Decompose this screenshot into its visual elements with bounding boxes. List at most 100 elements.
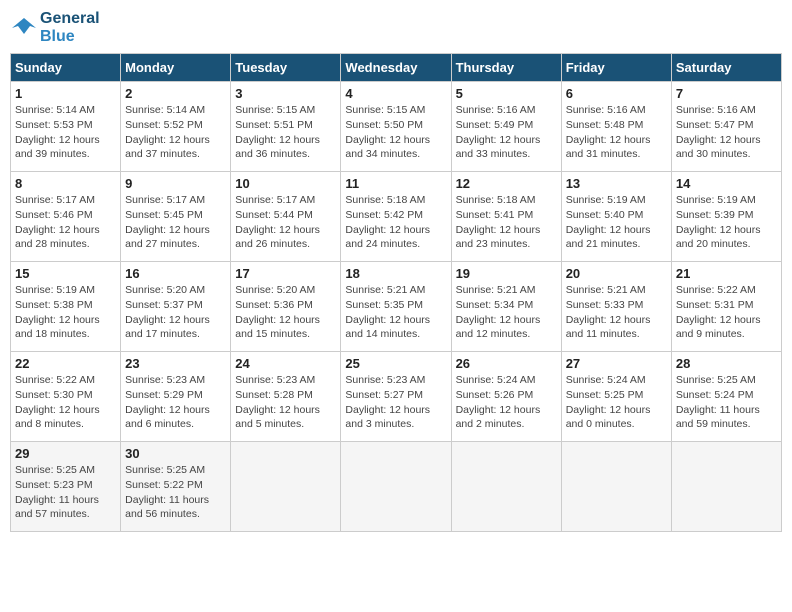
day-number: 22 <box>15 356 116 371</box>
day-header-monday: Monday <box>121 54 231 82</box>
day-info: Sunrise: 5:20 AMSunset: 5:37 PMDaylight:… <box>125 283 226 342</box>
day-info: Sunrise: 5:23 AMSunset: 5:27 PMDaylight:… <box>345 373 446 432</box>
day-cell-2: 2 Sunrise: 5:14 AMSunset: 5:52 PMDaylight… <box>121 82 231 172</box>
day-number: 23 <box>125 356 226 371</box>
day-info: Sunrise: 5:16 AMSunset: 5:49 PMDaylight:… <box>456 103 557 162</box>
day-cell-19: 19 Sunrise: 5:21 AMSunset: 5:34 PMDayligh… <box>451 262 561 352</box>
day-cell-4: 4Sunrise: 5:15 AMSunset: 5:50 PMDaylight… <box>341 82 451 172</box>
day-info: Sunrise: 5:19 AMSunset: 5:38 PMDaylight:… <box>15 283 116 342</box>
empty-cell <box>671 442 781 532</box>
day-cell-1: 1Sunrise: 5:14 AMSunset: 5:53 PMDaylight… <box>11 82 121 172</box>
day-number: 19 <box>456 266 557 281</box>
day-number: 25 <box>345 356 446 371</box>
day-cell-22: 22 Sunrise: 5:22 AMSunset: 5:30 PMDayligh… <box>11 352 121 442</box>
day-cell-16: 16 Sunrise: 5:20 AMSunset: 5:37 PMDayligh… <box>121 262 231 352</box>
day-number: 16 <box>125 266 226 281</box>
day-info: Sunrise: 5:18 AMSunset: 5:42 PMDaylight:… <box>345 193 446 252</box>
day-info: Sunrise: 5:19 AMSunset: 5:39 PMDaylight:… <box>676 193 777 252</box>
day-cell-10: 10 Sunrise: 5:17 AMSunset: 5:44 PMDayligh… <box>231 172 341 262</box>
day-cell-25: 25 Sunrise: 5:23 AMSunset: 5:27 PMDayligh… <box>341 352 451 442</box>
day-cell-26: 26 Sunrise: 5:24 AMSunset: 5:26 PMDayligh… <box>451 352 561 442</box>
day-header-saturday: Saturday <box>671 54 781 82</box>
day-header-thursday: Thursday <box>451 54 561 82</box>
day-info: Sunrise: 5:17 AMSunset: 5:45 PMDaylight:… <box>125 193 226 252</box>
empty-cell <box>561 442 671 532</box>
week-row-3: 15 Sunrise: 5:19 AMSunset: 5:38 PMDayligh… <box>11 262 782 352</box>
day-cell-5: 5 Sunrise: 5:16 AMSunset: 5:49 PMDaylight… <box>451 82 561 172</box>
day-header-tuesday: Tuesday <box>231 54 341 82</box>
day-info: Sunrise: 5:24 AMSunset: 5:25 PMDaylight:… <box>566 373 667 432</box>
day-info: Sunrise: 5:18 AMSunset: 5:41 PMDaylight:… <box>456 193 557 252</box>
day-cell-20: 20 Sunrise: 5:21 AMSunset: 5:33 PMDayligh… <box>561 262 671 352</box>
day-info: Sunrise: 5:14 AMSunset: 5:52 PMDaylight:… <box>125 103 226 162</box>
day-number: 26 <box>456 356 557 371</box>
day-info: Sunrise: 5:21 AMSunset: 5:33 PMDaylight:… <box>566 283 667 342</box>
day-info: Sunrise: 5:16 AMSunset: 5:48 PMDaylight:… <box>566 103 667 162</box>
day-header-wednesday: Wednesday <box>341 54 451 82</box>
day-cell-7: 7 Sunrise: 5:16 AMSunset: 5:47 PMDaylight… <box>671 82 781 172</box>
day-info: Sunrise: 5:15 AMSunset: 5:51 PMDaylight:… <box>235 103 336 162</box>
day-cell-30: 30Sunrise: 5:25 AMSunset: 5:22 PMDayligh… <box>121 442 231 532</box>
day-cell-18: 18Sunrise: 5:21 AMSunset: 5:35 PMDayligh… <box>341 262 451 352</box>
calendar-body: 1Sunrise: 5:14 AMSunset: 5:53 PMDaylight… <box>11 82 782 532</box>
day-info: Sunrise: 5:19 AMSunset: 5:40 PMDaylight:… <box>566 193 667 252</box>
day-number: 18 <box>345 266 446 281</box>
day-number: 12 <box>456 176 557 191</box>
day-cell-8: 8 Sunrise: 5:17 AMSunset: 5:46 PMDaylight… <box>11 172 121 262</box>
day-cell-11: 11 Sunrise: 5:18 AMSunset: 5:42 PMDayligh… <box>341 172 451 262</box>
day-number: 21 <box>676 266 777 281</box>
day-info: Sunrise: 5:17 AMSunset: 5:46 PMDaylight:… <box>15 193 116 252</box>
header-row: SundayMondayTuesdayWednesdayThursdayFrid… <box>11 54 782 82</box>
day-number: 14 <box>676 176 777 191</box>
day-number: 3 <box>235 86 336 101</box>
day-info: Sunrise: 5:21 AMSunset: 5:34 PMDaylight:… <box>456 283 557 342</box>
day-cell-9: 9Sunrise: 5:17 AMSunset: 5:45 PMDaylight… <box>121 172 231 262</box>
day-number: 6 <box>566 86 667 101</box>
day-number: 7 <box>676 86 777 101</box>
day-info: Sunrise: 5:25 AMSunset: 5:23 PMDaylight:… <box>15 463 116 522</box>
day-cell-6: 6 Sunrise: 5:16 AMSunset: 5:48 PMDaylight… <box>561 82 671 172</box>
day-number: 27 <box>566 356 667 371</box>
week-row-5: 29 Sunrise: 5:25 AMSunset: 5:23 PMDayligh… <box>11 442 782 532</box>
day-info: Sunrise: 5:17 AMSunset: 5:44 PMDaylight:… <box>235 193 336 252</box>
day-cell-15: 15 Sunrise: 5:19 AMSunset: 5:38 PMDayligh… <box>11 262 121 352</box>
logo: General Blue <box>10 10 100 45</box>
day-number: 4 <box>345 86 446 101</box>
week-row-2: 8 Sunrise: 5:17 AMSunset: 5:46 PMDaylight… <box>11 172 782 262</box>
day-cell-17: 17 Sunrise: 5:20 AMSunset: 5:36 PMDayligh… <box>231 262 341 352</box>
day-number: 28 <box>676 356 777 371</box>
empty-cell <box>451 442 561 532</box>
calendar-header: SundayMondayTuesdayWednesdayThursdayFrid… <box>11 54 782 82</box>
day-number: 8 <box>15 176 116 191</box>
day-info: Sunrise: 5:16 AMSunset: 5:47 PMDaylight:… <box>676 103 777 162</box>
day-number: 20 <box>566 266 667 281</box>
day-cell-12: 12 Sunrise: 5:18 AMSunset: 5:41 PMDayligh… <box>451 172 561 262</box>
empty-cell <box>231 442 341 532</box>
day-info: Sunrise: 5:23 AMSunset: 5:29 PMDaylight:… <box>125 373 226 432</box>
day-header-sunday: Sunday <box>11 54 121 82</box>
day-info: Sunrise: 5:24 AMSunset: 5:26 PMDaylight:… <box>456 373 557 432</box>
day-number: 17 <box>235 266 336 281</box>
day-info: Sunrise: 5:25 AMSunset: 5:22 PMDaylight:… <box>125 463 226 522</box>
page-header: General Blue <box>10 10 782 45</box>
day-header-friday: Friday <box>561 54 671 82</box>
day-info: Sunrise: 5:20 AMSunset: 5:36 PMDaylight:… <box>235 283 336 342</box>
week-row-4: 22 Sunrise: 5:22 AMSunset: 5:30 PMDayligh… <box>11 352 782 442</box>
calendar-table: SundayMondayTuesdayWednesdayThursdayFrid… <box>10 53 782 532</box>
logo-bird-icon <box>10 14 38 42</box>
day-cell-24: 24Sunrise: 5:23 AMSunset: 5:28 PMDayligh… <box>231 352 341 442</box>
day-number: 15 <box>15 266 116 281</box>
day-info: Sunrise: 5:22 AMSunset: 5:30 PMDaylight:… <box>15 373 116 432</box>
day-number: 13 <box>566 176 667 191</box>
day-cell-28: 28Sunrise: 5:25 AMSunset: 5:24 PMDayligh… <box>671 352 781 442</box>
day-number: 11 <box>345 176 446 191</box>
day-cell-14: 14 Sunrise: 5:19 AMSunset: 5:39 PMDayligh… <box>671 172 781 262</box>
day-number: 29 <box>15 446 116 461</box>
day-number: 5 <box>456 86 557 101</box>
day-info: Sunrise: 5:22 AMSunset: 5:31 PMDaylight:… <box>676 283 777 342</box>
day-number: 10 <box>235 176 336 191</box>
day-number: 2 <box>125 86 226 101</box>
logo-container: General Blue <box>10 10 100 45</box>
day-cell-3: 3 Sunrise: 5:15 AMSunset: 5:51 PMDaylight… <box>231 82 341 172</box>
empty-cell <box>341 442 451 532</box>
